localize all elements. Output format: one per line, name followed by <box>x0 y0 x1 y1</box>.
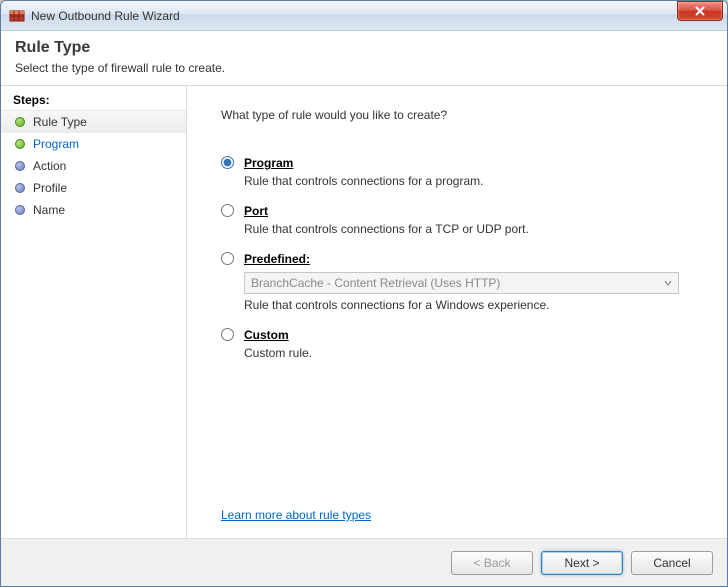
step-name[interactable]: Name <box>1 199 186 221</box>
bullet-icon <box>15 161 25 171</box>
step-label: Profile <box>33 181 67 195</box>
window-title: New Outbound Rule Wizard <box>31 9 677 23</box>
step-action[interactable]: Action <box>1 155 186 177</box>
option-title: Program <box>244 156 679 170</box>
option-desc: Rule that controls connections for a TCP… <box>244 222 679 236</box>
wizard-window: New Outbound Rule Wizard Rule Type Selec… <box>0 0 728 587</box>
dropdown-value: BranchCache - Content Retrieval (Uses HT… <box>251 276 500 290</box>
option-title: Predefined: <box>244 252 679 266</box>
option-desc: Rule that controls connections for a pro… <box>244 174 679 188</box>
step-label: Rule Type <box>33 115 87 129</box>
radio-predefined[interactable] <box>221 252 234 265</box>
firewall-icon <box>9 8 25 24</box>
body: Steps: Rule Type Program Action Profile … <box>1 86 727 538</box>
bullet-icon <box>15 139 25 149</box>
bullet-icon <box>15 183 25 193</box>
cancel-button[interactable]: Cancel <box>631 551 713 575</box>
option-port: Port Rule that controls connections for … <box>221 204 679 246</box>
radio-custom[interactable] <box>221 328 234 341</box>
steps-heading: Steps: <box>1 90 186 111</box>
step-program[interactable]: Program <box>1 133 186 155</box>
footer: < Back Next > Cancel <box>1 538 727 586</box>
step-label: Program <box>33 137 79 151</box>
next-button[interactable]: Next > <box>541 551 623 575</box>
option-title: Port <box>244 204 679 218</box>
content-pane: What type of rule would you like to crea… <box>187 86 727 538</box>
back-button[interactable]: < Back <box>451 551 533 575</box>
rule-type-options: Program Rule that controls connections f… <box>221 156 679 374</box>
option-desc: Rule that controls connections for a Win… <box>244 298 679 312</box>
step-label: Action <box>33 159 66 173</box>
page-title: Rule Type <box>15 39 713 57</box>
step-label: Name <box>33 203 65 217</box>
steps-sidebar: Steps: Rule Type Program Action Profile … <box>1 86 187 538</box>
chevron-down-icon <box>664 279 672 287</box>
predefined-dropdown[interactable]: BranchCache - Content Retrieval (Uses HT… <box>244 272 679 294</box>
option-desc: Custom rule. <box>244 346 679 360</box>
radio-program[interactable] <box>221 156 234 169</box>
bullet-icon <box>15 205 25 215</box>
step-profile[interactable]: Profile <box>1 177 186 199</box>
page-subtitle: Select the type of firewall rule to crea… <box>15 61 713 75</box>
radio-port[interactable] <box>221 204 234 217</box>
option-custom: Custom Custom rule. <box>221 328 679 370</box>
option-title: Custom <box>244 328 679 342</box>
question-text: What type of rule would you like to crea… <box>221 108 679 122</box>
header: Rule Type Select the type of firewall ru… <box>1 31 727 86</box>
bullet-icon <box>15 117 25 127</box>
learn-more-link[interactable]: Learn more about rule types <box>221 508 679 522</box>
option-predefined: Predefined: BranchCache - Content Retrie… <box>221 252 679 322</box>
option-program: Program Rule that controls connections f… <box>221 156 679 198</box>
close-button[interactable] <box>677 1 723 21</box>
titlebar[interactable]: New Outbound Rule Wizard <box>1 1 727 31</box>
step-rule-type[interactable]: Rule Type <box>1 111 186 133</box>
close-icon <box>694 6 706 16</box>
